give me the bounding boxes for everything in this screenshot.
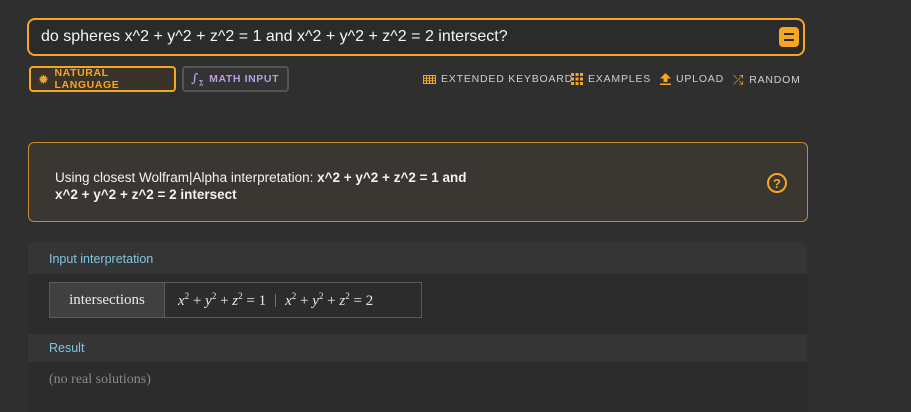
interpretation-text: Using closest Wolfram|Alpha interpretati… bbox=[55, 169, 575, 203]
equations-cell: x2 + y2 + z2 = 1 | x2 + y2 + z2 = 2 bbox=[165, 283, 421, 317]
equation-1-rhs: 1 bbox=[258, 292, 267, 309]
math-input-button[interactable]: ∫Σ MATH INPUT bbox=[182, 66, 289, 92]
equation-2-rhs: 2 bbox=[365, 292, 374, 309]
search-input[interactable]: do spheres x^2 + y^2 + z^2 = 1 and x^2 +… bbox=[41, 20, 761, 54]
compute-button[interactable] bbox=[779, 27, 799, 47]
extended-keyboard-link[interactable]: EXTENDED KEYBOARD bbox=[423, 73, 573, 85]
operation-cell: intersections bbox=[50, 283, 165, 317]
grid-dots-icon bbox=[571, 73, 583, 85]
interpretation-line1[interactable]: x^2 + y^2 + z^2 = 1 and bbox=[317, 170, 466, 185]
math-input-label: MATH INPUT bbox=[209, 73, 280, 85]
random-label: RANDOM bbox=[749, 73, 801, 86]
upload-label: UPLOAD bbox=[676, 73, 724, 85]
extended-keyboard-label: EXTENDED KEYBOARD bbox=[441, 73, 574, 85]
equation-separator: | bbox=[274, 291, 278, 308]
examples-link[interactable]: EXAMPLES bbox=[571, 73, 651, 85]
input-interpretation-title: Input interpretation bbox=[49, 252, 154, 266]
equation-2: x2 + y2 + z2 = 2 bbox=[285, 290, 374, 309]
natural-language-label: NATURAL LANGUAGE bbox=[54, 67, 120, 91]
equation-1: x2 + y2 + z2 = 1 bbox=[178, 290, 267, 309]
random-link[interactable]: ⤮ RANDOM bbox=[733, 73, 801, 86]
interpretation-notice: Using closest Wolfram|Alpha interpretati… bbox=[28, 142, 808, 222]
interpretation-table: intersections x2 + y2 + z2 = 1 | x2 + y2… bbox=[49, 282, 422, 318]
search-box[interactable]: do spheres x^2 + y^2 + z^2 = 1 and x^2 +… bbox=[27, 18, 805, 56]
equals-icon bbox=[784, 33, 794, 41]
upload-link[interactable]: UPLOAD bbox=[660, 73, 724, 85]
upload-arrow-icon bbox=[660, 73, 671, 85]
integral-sigma-icon: ∫Σ bbox=[191, 70, 205, 88]
question-circle-icon[interactable]: ? bbox=[767, 173, 787, 193]
shuffle-icon: ⤮ bbox=[733, 72, 745, 87]
natural-language-button[interactable]: ✹ NATURAL LANGUAGE bbox=[29, 66, 176, 92]
keyboard-icon bbox=[423, 74, 436, 84]
interpretation-line2[interactable]: x^2 + y^2 + z^2 = 2 intersect bbox=[55, 187, 237, 202]
result-value: (no real solutions) bbox=[49, 372, 151, 387]
input-interpretation-body: intersections x2 + y2 + z2 = 1 | x2 + y2… bbox=[28, 274, 807, 334]
result-pods: Input interpretation intersections x2 + … bbox=[28, 242, 807, 412]
interpretation-prefix: Using closest Wolfram|Alpha interpretati… bbox=[55, 170, 318, 185]
result-title: Result bbox=[49, 341, 85, 355]
examples-label: EXAMPLES bbox=[588, 73, 652, 85]
gear-sun-icon: ✹ bbox=[38, 71, 50, 87]
